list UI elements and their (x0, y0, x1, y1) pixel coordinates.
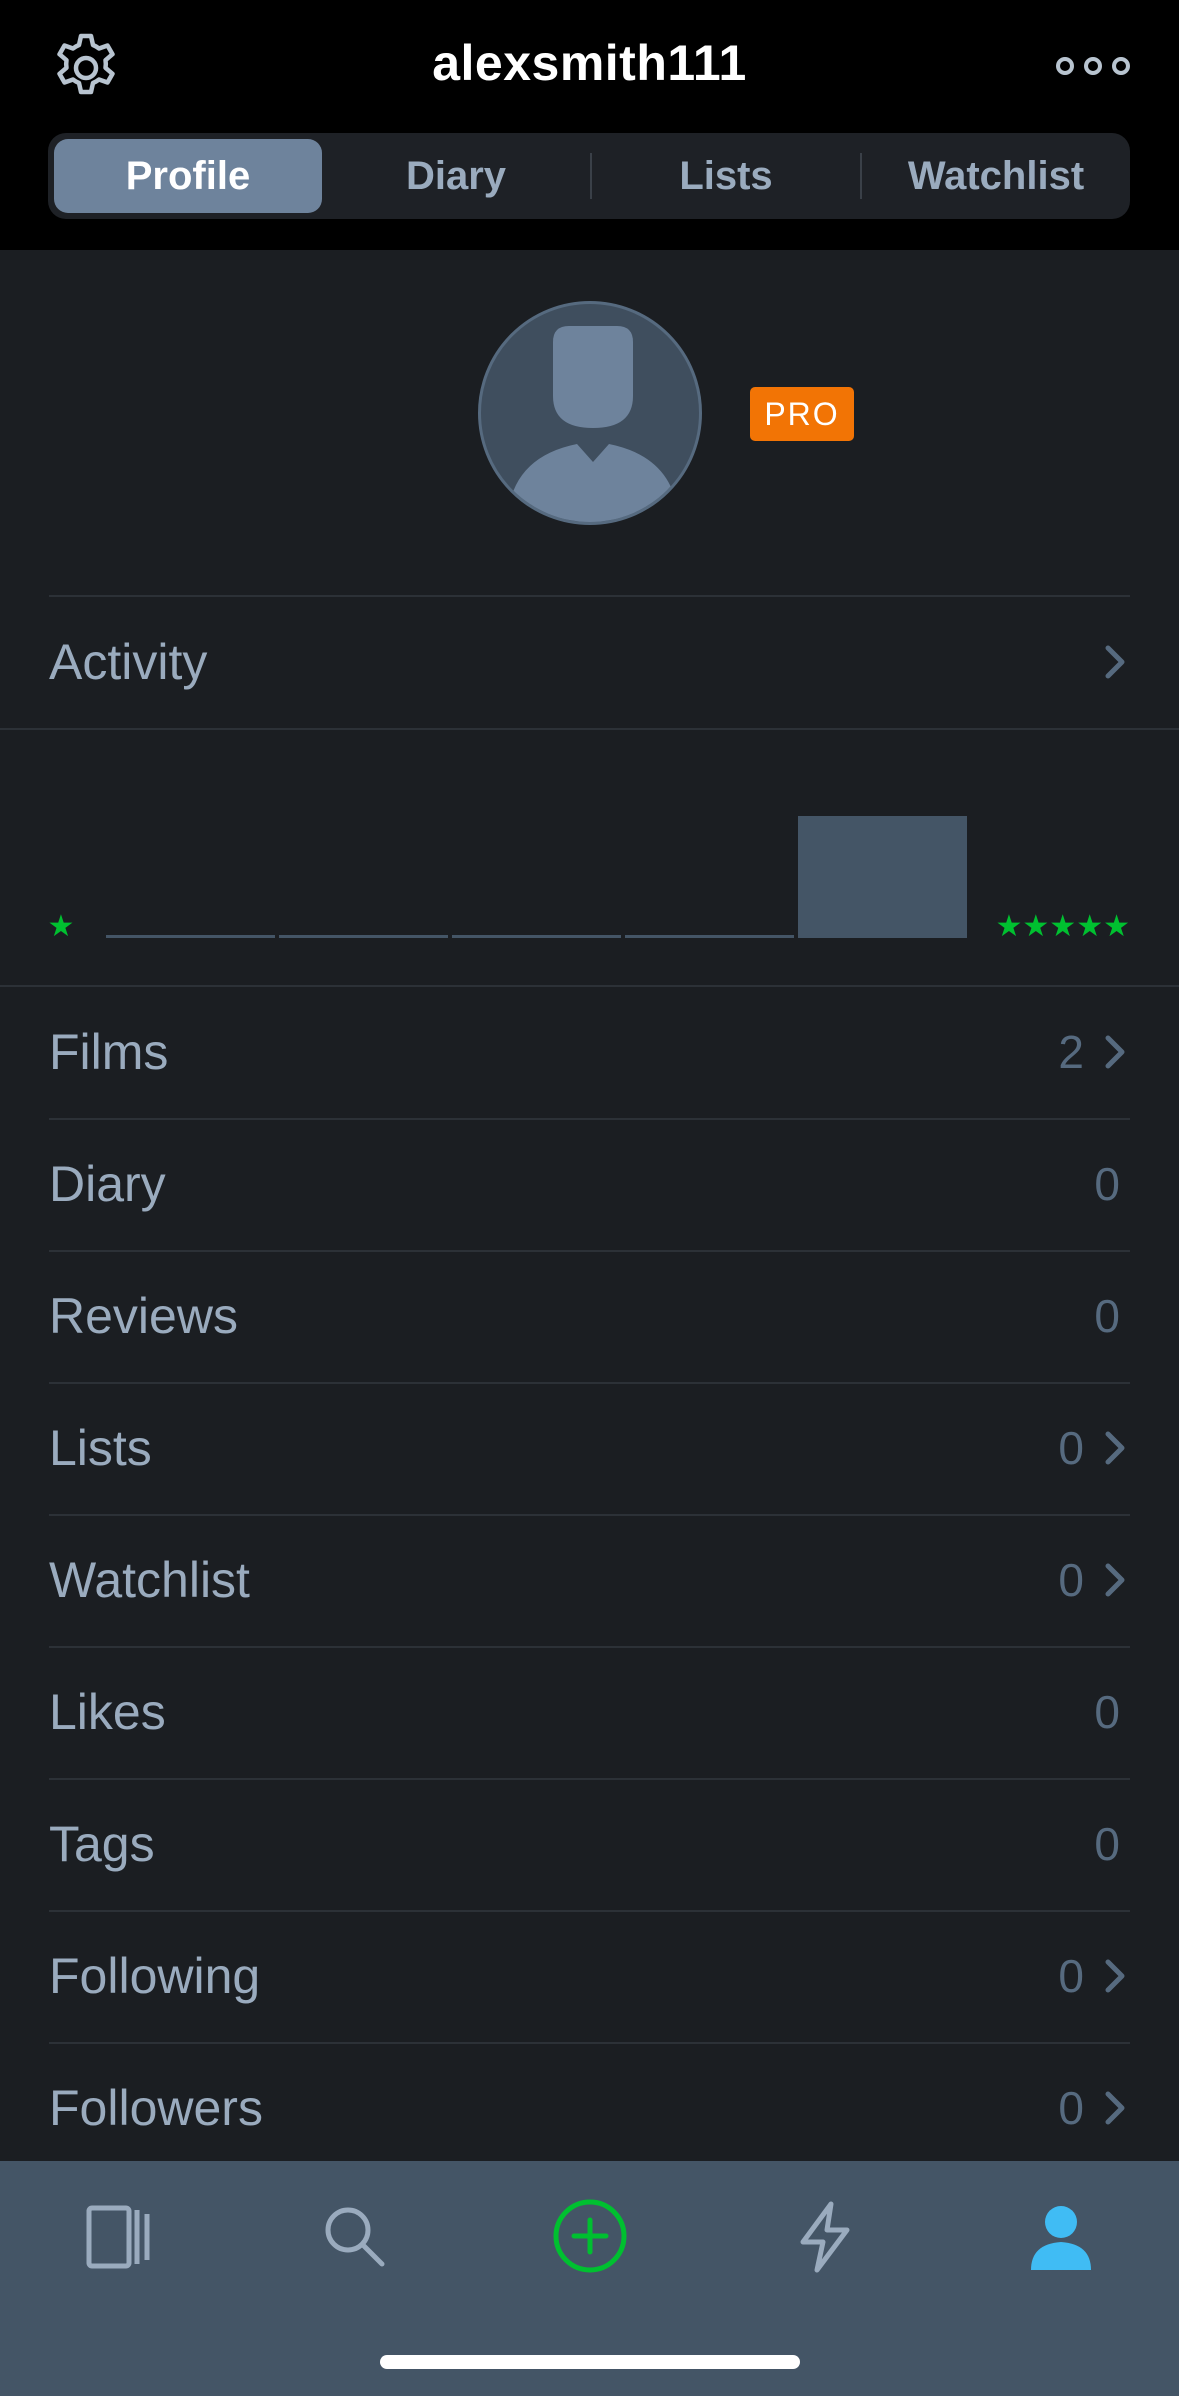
rating-bar-5 (798, 816, 967, 938)
stat-row-watchlist[interactable]: Watchlist 0 (49, 1515, 1130, 1645)
tab-diary[interactable]: Diary (322, 139, 590, 213)
tab-watchlist[interactable]: Watchlist (862, 139, 1130, 213)
top-header: alexsmith111 Profile Diary Lists Watchli… (0, 0, 1179, 250)
stat-count: 0 (1058, 1950, 1084, 2002)
stat-label: Diary (49, 1156, 166, 1212)
avatar-placeholder-icon (507, 326, 679, 522)
stat-label: Followers (49, 2080, 263, 2136)
stat-count: 0 (1094, 1686, 1120, 1738)
stat-row-diary[interactable]: Diary 0 (49, 1119, 1130, 1249)
chevron-right-icon (1105, 1563, 1125, 1597)
profile-tabs: Profile Diary Lists Watchlist (48, 133, 1130, 219)
rating-bar-4 (625, 935, 794, 938)
activity-label: Activity (49, 634, 208, 690)
rating-bar-3 (452, 935, 621, 938)
activity-bolt-icon[interactable] (780, 2191, 870, 2281)
stat-count: 0 (1094, 1158, 1120, 1210)
search-icon[interactable] (309, 2191, 399, 2281)
ratings-chart: ★ ★★★★★ (48, 816, 1130, 944)
stat-label: Lists (49, 1420, 152, 1476)
stat-row-reviews[interactable]: Reviews 0 (49, 1251, 1130, 1381)
tab-profile[interactable]: Profile (54, 139, 322, 213)
stat-count: 2 (1058, 1026, 1084, 1078)
stat-count: 0 (1058, 1554, 1084, 1606)
rating-bar-2 (279, 935, 448, 938)
stat-count: 0 (1094, 1290, 1120, 1342)
activity-row[interactable]: Activity (49, 597, 1130, 727)
chevron-right-icon (1105, 2091, 1125, 2125)
stat-row-tags[interactable]: Tags 0 (49, 1779, 1130, 1909)
rating-bar-1 (106, 935, 275, 938)
stat-row-followers[interactable]: Followers 0 (49, 2043, 1130, 2173)
chevron-right-icon (1105, 1431, 1125, 1465)
stat-count: 0 (1058, 2082, 1084, 2134)
pro-badge: PRO (750, 387, 854, 441)
stat-row-films[interactable]: Films 2 (49, 987, 1130, 1117)
films-icon[interactable] (72, 2191, 162, 2281)
chevron-right-icon (1105, 645, 1125, 679)
stat-row-likes[interactable]: Likes 0 (49, 1647, 1130, 1777)
stat-label: Following (49, 1948, 261, 2004)
stat-row-lists[interactable]: Lists 0 (49, 1383, 1130, 1513)
profile-icon[interactable] (1016, 2191, 1106, 2281)
chevron-right-icon (1105, 1959, 1125, 1993)
chevron-right-icon (1105, 1035, 1125, 1069)
five-star-label: ★★★★★ (996, 909, 1130, 944)
stat-label: Films (49, 1024, 169, 1080)
one-star-label: ★ (48, 909, 75, 944)
tab-lists[interactable]: Lists (592, 139, 860, 213)
add-icon[interactable] (545, 2191, 635, 2281)
stat-label: Likes (49, 1684, 166, 1740)
more-icon[interactable] (1055, 56, 1131, 76)
avatar[interactable] (478, 301, 702, 525)
username-title: alexsmith111 (432, 35, 747, 91)
stat-label: Watchlist (49, 1552, 250, 1608)
stat-label: Reviews (49, 1288, 238, 1344)
stat-row-following[interactable]: Following 0 (49, 1911, 1130, 2041)
stat-label: Tags (49, 1816, 155, 1872)
stat-count: 0 (1058, 1422, 1084, 1474)
ratings-histogram: ★ ★★★★★ (0, 730, 1179, 986)
stat-count: 0 (1094, 1818, 1120, 1870)
home-indicator (380, 2355, 800, 2369)
